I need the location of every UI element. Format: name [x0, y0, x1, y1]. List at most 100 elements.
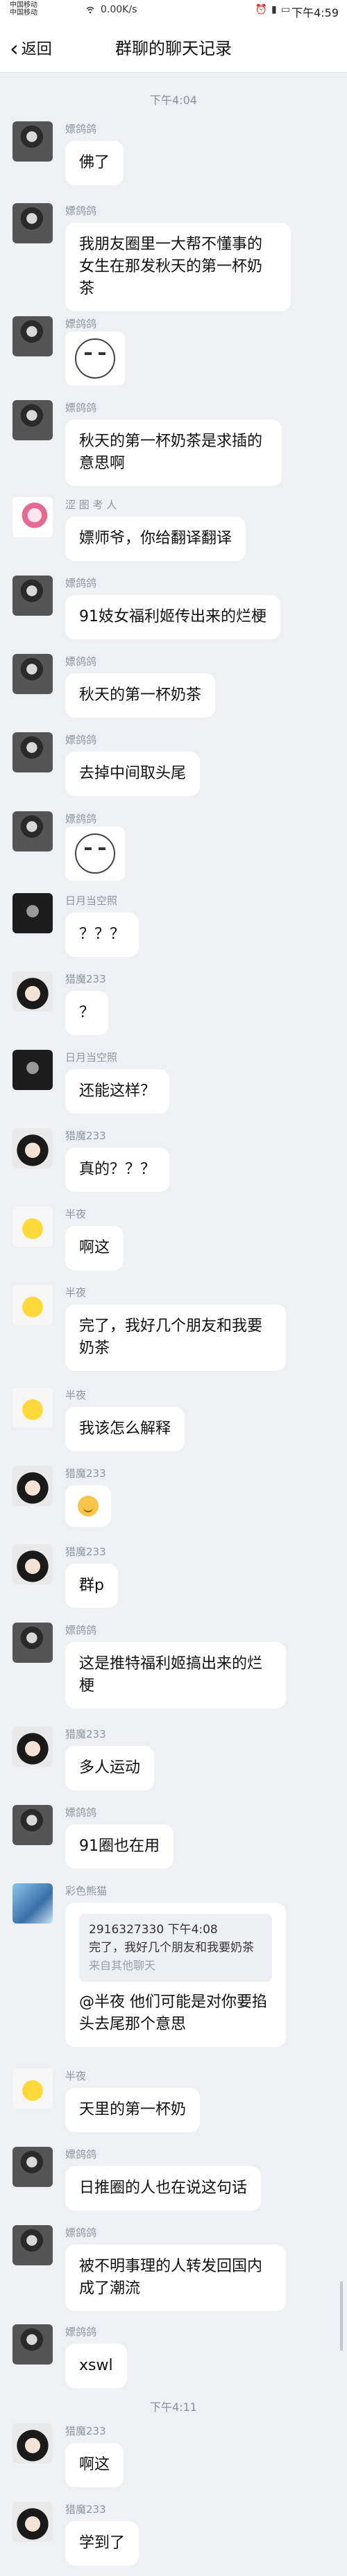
chat-message: 嫖鸽鸽 被不明事理的人转发回国内成了潮流 — [12, 2225, 339, 2315]
scrollbar-thumb[interactable] — [340, 2281, 343, 2351]
message-bubble[interactable]: 91妓女福利姬传出来的烂梗 — [65, 595, 280, 639]
avatar[interactable] — [12, 497, 53, 537]
sticker-image[interactable] — [65, 827, 125, 881]
sender-nickname: 半夜 — [65, 1286, 87, 1299]
chevron-left-icon: ‹ — [10, 35, 19, 62]
message-bubble[interactable]: 嫖师爷，你给翻译翻译 — [65, 517, 246, 561]
message-bubble[interactable]: 学到了 — [65, 2521, 139, 2566]
quoted-message[interactable]: 2916327330 下午4:08 完了，我好几个朋友和我要奶茶 来自其他聊天 — [79, 1914, 272, 1982]
message-bubble[interactable]: 真的？？？ — [65, 1148, 170, 1192]
avatar[interactable] — [12, 2324, 53, 2365]
message-text: @半夜 他们可能是对你要掐头去尾那个意思 — [79, 1994, 267, 2033]
avatar[interactable] — [12, 2225, 53, 2265]
sender-nickname: 嫖鸽鸽 — [65, 577, 97, 589]
message-bubble[interactable]: ？ — [65, 991, 109, 1035]
avatar[interactable] — [12, 1883, 53, 1924]
sender-nickname: 猎魔233 — [65, 1467, 106, 1480]
avatar[interactable] — [12, 732, 53, 772]
avatar[interactable] — [12, 121, 53, 162]
chat-message: 日月当空照 ？？？ — [12, 893, 339, 957]
avatar[interactable] — [12, 1805, 53, 1845]
sender-nickname: 猎魔233 — [65, 2503, 106, 2516]
chat-message: 半夜 我该怎么解释 — [12, 1388, 339, 1451]
chat-message: 涩 图 考 人 嫖师爷，你给翻译翻译 — [12, 497, 339, 561]
message-bubble[interactable]: 啊这 — [65, 1226, 124, 1270]
avatar[interactable] — [12, 1727, 53, 1767]
signal-icon: ▮ — [271, 4, 281, 15]
message-bubble[interactable]: 91圈也在用 — [65, 1824, 174, 1869]
avatar[interactable] — [12, 1128, 53, 1168]
message-bubble[interactable]: ？？？ — [65, 913, 139, 957]
message-bubble[interactable]: 秋天的第一杯奶茶是求插的意思啊 — [65, 420, 282, 486]
sender-nickname: 嫖鸽鸽 — [65, 813, 97, 825]
time-divider: 下午4:04 — [150, 94, 197, 107]
chat-message: 猎魔233 — [12, 1466, 339, 1535]
message-bubble[interactable]: 完了，我好几个朋友和我要奶茶 — [65, 1304, 286, 1371]
avatar[interactable] — [12, 1623, 53, 1663]
avatar[interactable] — [12, 2423, 53, 2464]
avatar[interactable] — [12, 1544, 53, 1584]
alarm-icon: ⏰ — [255, 4, 272, 15]
chat-message: 猎魔233 啊这 — [12, 2423, 339, 2487]
message-bubble[interactable]: 天里的第一杯奶 — [65, 2088, 201, 2132]
network-speed: 0.00K/s — [101, 4, 137, 15]
sender-nickname: 半夜 — [65, 2070, 87, 2082]
back-button[interactable]: ‹ 返回 — [10, 33, 52, 62]
sender-nickname: 嫖鸽鸽 — [65, 1806, 97, 1819]
message-bubble[interactable]: 我该怎么解释 — [65, 1407, 185, 1451]
message-bubble[interactable]: 群p — [65, 1564, 118, 1608]
message-bubble[interactable]: 佛了 — [65, 141, 124, 185]
avatar[interactable] — [12, 1207, 53, 1247]
avatar[interactable] — [12, 316, 53, 356]
page-title: 群聊的聊天记录 — [115, 39, 232, 58]
chat-message: 嫖鸽鸽 这是推特福利姬搞出来的烂梗 — [12, 1623, 339, 1713]
avatar[interactable] — [12, 2068, 53, 2109]
avatar[interactable] — [12, 893, 53, 933]
avatar[interactable] — [12, 1050, 53, 1090]
avatar[interactable] — [12, 576, 53, 616]
chat-message: 猎魔233 学到了 — [12, 2502, 339, 2566]
message-bubble[interactable]: 日推圈的人也在说这句话 — [65, 2166, 262, 2211]
avatar[interactable] — [12, 1388, 53, 1428]
avatar[interactable] — [12, 811, 53, 852]
sender-nickname: 猎魔233 — [65, 1130, 106, 1142]
message-bubble[interactable]: 啊这 — [65, 2443, 124, 2487]
message-bubble[interactable]: xswl — [65, 2344, 127, 2388]
nav-bar: ‹ 返回 群聊的聊天记录 — [0, 19, 347, 73]
message-bubble[interactable]: 秋天的第一杯奶茶 — [65, 673, 216, 718]
message-bubble[interactable] — [65, 1485, 111, 1527]
sender-nickname: 嫖鸽鸽 — [65, 123, 97, 135]
sender-nickname: 彩色熊猫 — [65, 1885, 108, 1897]
avatar[interactable] — [12, 400, 53, 440]
avatar[interactable] — [12, 971, 53, 1012]
chat-message: 嫖鸽鸽 我朋友圈里一大帮不懂事的女生在那发秋天的第一杯奶茶 — [12, 203, 339, 311]
chat-message: 猎魔233 群p — [12, 1544, 339, 1608]
avatar[interactable] — [12, 654, 53, 694]
quote-header: 2916327330 下午4:08 — [89, 1923, 218, 1937]
avatar[interactable] — [12, 203, 53, 243]
avatar[interactable] — [12, 1466, 53, 1506]
message-bubble[interactable]: 被不明事理的人转发回国内成了潮流 — [65, 2245, 286, 2311]
message-bubble[interactable]: 我朋友圈里一大帮不懂事的女生在那发秋天的第一杯奶茶 — [65, 223, 291, 311]
message-bubble[interactable]: 这是推特福利姬搞出来的烂梗 — [65, 1642, 286, 1709]
sender-nickname: 嫖鸽鸽 — [65, 655, 97, 668]
sender-nickname: 猎魔233 — [65, 2425, 106, 2437]
quote-body: 完了，我好几个朋友和我要奶茶 — [89, 1941, 254, 1955]
chat-message: 嫖鸽鸽 — [12, 811, 339, 881]
wifi-icon — [86, 6, 94, 14]
meme-face-icon — [75, 338, 115, 379]
sticker-image[interactable] — [65, 331, 125, 386]
message-bubble[interactable]: 多人运动 — [65, 1746, 155, 1790]
avatar[interactable] — [12, 2147, 53, 2187]
message-bubble[interactable]: 还能这样？ — [65, 1069, 170, 1114]
carrier-label: 中国移动 中国移动 — [10, 1, 37, 17]
message-bubble[interactable]: 去掉中间取头尾 — [65, 752, 201, 796]
avatar[interactable] — [12, 2502, 53, 2542]
avatar[interactable] — [12, 1285, 53, 1325]
sender-nickname: 半夜 — [65, 1389, 87, 1401]
message-bubble[interactable]: 2916327330 下午4:08 完了，我好几个朋友和我要奶茶 来自其他聊天 … — [65, 1903, 286, 2047]
sender-nickname: 嫖鸽鸽 — [65, 318, 97, 330]
chat-message: 日月当空照 还能这样？ — [12, 1050, 339, 1114]
status-clock: 下午4:59 — [291, 6, 339, 19]
chat-message: 猎魔233 真的？？？ — [12, 1128, 339, 1192]
